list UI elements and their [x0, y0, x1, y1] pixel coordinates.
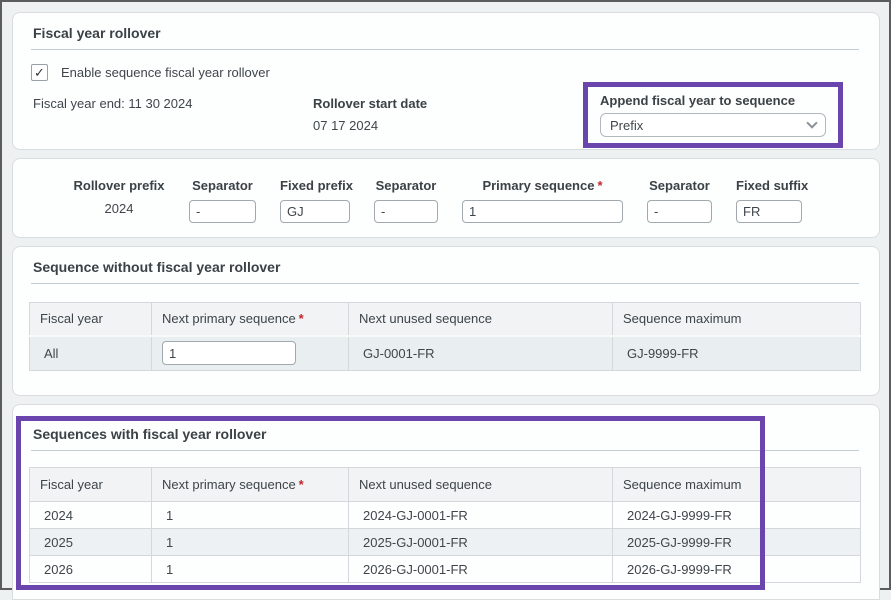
cell-fiscal-year: All [30, 336, 152, 371]
cell-next-primary-sequence: 1 [152, 529, 349, 556]
rollover-prefix-label: Rollover prefix [73, 178, 165, 193]
sequence-without-rollover-section: Sequence without fiscal year rollover Fi… [12, 246, 880, 396]
separator-label-1: Separator [189, 178, 256, 193]
col-header-sequence-maximum: Sequence maximum [613, 468, 861, 502]
table-row-2024: 2024 1 2024-GJ-0001-FR 2024-GJ-9999-FR [30, 502, 861, 529]
table-header-row: Fiscal year Next primary sequence* Next … [30, 468, 861, 502]
fixed-prefix-label: Fixed prefix [280, 178, 350, 193]
cell-fiscal-year: 2025 [30, 529, 152, 556]
separator-field-2: Separator [374, 178, 438, 223]
col-header-next-unused-sequence: Next unused sequence [349, 303, 613, 336]
separator-label-3: Separator [647, 178, 712, 193]
cell-sequence-maximum: 2024-GJ-9999-FR [613, 502, 861, 529]
fixed-prefix-field: Fixed prefix [280, 178, 350, 223]
rollover-prefix-field: Rollover prefix 2024 [73, 178, 165, 223]
fixed-suffix-field: Fixed suffix [736, 178, 802, 223]
col-header-fiscal-year: Fiscal year [30, 468, 152, 502]
enable-rollover-checkbox[interactable]: ✓ [31, 64, 48, 81]
separator-field-3: Separator [647, 178, 712, 223]
table-row-2025: 2025 1 2025-GJ-0001-FR 2025-GJ-9999-FR [30, 529, 861, 556]
fixed-suffix-label: Fixed suffix [736, 178, 802, 193]
cell-next-unused-sequence: 2024-GJ-0001-FR [349, 502, 613, 529]
col-header-next-primary-sequence: Next primary sequence* [152, 303, 349, 336]
col-header-next-primary-sequence: Next primary sequence* [152, 468, 349, 502]
fiscal-year-rollover-settings-page: { "fiscal_year_rollover": { "title": "Fi… [0, 0, 891, 590]
chevron-down-icon [806, 117, 817, 128]
col-header-fiscal-year: Fiscal year [30, 303, 152, 336]
enable-rollover-row: ✓ Enable sequence fiscal year rollover [31, 64, 270, 81]
fixed-prefix-input[interactable] [280, 200, 350, 223]
sequences-with-rollover-section: Sequences with fiscal year rollover Fisc… [12, 404, 880, 600]
required-asterisk: * [299, 311, 304, 326]
primary-sequence-field: Primary sequence* [462, 178, 623, 223]
sequence-without-rollover-table: Fiscal year Next primary sequence* Next … [29, 302, 861, 371]
checkmark-icon: ✓ [34, 65, 45, 81]
primary-sequence-label: Primary sequence* [462, 178, 623, 193]
append-fiscal-year-label: Append fiscal year to sequence [600, 93, 826, 108]
append-fiscal-year-selected-value: Prefix [610, 118, 643, 133]
primary-sequence-input[interactable] [462, 200, 623, 223]
cell-fiscal-year: 2026 [30, 556, 152, 583]
rollover-start-date-value: 07 17 2024 [313, 118, 427, 133]
separator-input-2[interactable] [374, 200, 438, 223]
separator-field-1: Separator [189, 178, 256, 223]
cell-next-unused-sequence: 2026-GJ-0001-FR [349, 556, 613, 583]
section-title-fiscal-year-rollover: Fiscal year rollover [31, 13, 859, 50]
fixed-suffix-input[interactable] [736, 200, 802, 223]
col-header-next-unused-sequence: Next unused sequence [349, 468, 613, 502]
separator-input-1[interactable] [189, 200, 256, 223]
fiscal-year-end-text: Fiscal year end: 11 30 2024 [33, 96, 192, 111]
cell-sequence-maximum: 2026-GJ-9999-FR [613, 556, 861, 583]
rollover-start-date-field: Rollover start date 07 17 2024 [313, 96, 427, 133]
table-row: All GJ-0001-FR GJ-9999-FR [30, 336, 861, 371]
append-fiscal-year-highlight-box: Append fiscal year to sequence Prefix [583, 82, 843, 148]
required-asterisk: * [299, 477, 304, 492]
section-title-sequence-without-rollover: Sequence without fiscal year rollover [31, 247, 859, 284]
col-header-sequence-maximum: Sequence maximum [613, 303, 861, 336]
cell-sequence-maximum: GJ-9999-FR [613, 336, 861, 371]
cell-sequence-maximum: 2025-GJ-9999-FR [613, 529, 861, 556]
section-title-sequences-with-rollover: Sequences with fiscal year rollover [31, 405, 859, 451]
table-header-row: Fiscal year Next primary sequence* Next … [30, 303, 861, 336]
sequence-format-section: Rollover prefix 2024 Separator Fixed pre… [12, 158, 880, 238]
separator-label-2: Separator [374, 178, 438, 193]
enable-rollover-label: Enable sequence fiscal year rollover [61, 65, 270, 80]
cell-next-primary-sequence: 1 [152, 502, 349, 529]
table-row-2026: 2026 1 2026-GJ-0001-FR 2026-GJ-9999-FR [30, 556, 861, 583]
cell-next-primary-sequence: 1 [152, 556, 349, 583]
required-asterisk: * [597, 178, 602, 193]
rollover-start-date-label: Rollover start date [313, 96, 427, 111]
fiscal-year-rollover-section: Fiscal year rollover ✓ Enable sequence f… [12, 12, 880, 150]
cell-next-primary-sequence [152, 336, 349, 371]
rollover-prefix-value: 2024 [73, 201, 165, 216]
separator-input-3[interactable] [647, 200, 712, 223]
cell-next-unused-sequence: 2025-GJ-0001-FR [349, 529, 613, 556]
append-fiscal-year-select[interactable]: Prefix [600, 113, 826, 137]
sequences-with-rollover-table: Fiscal year Next primary sequence* Next … [29, 467, 861, 583]
cell-fiscal-year: 2024 [30, 502, 152, 529]
cell-next-unused-sequence: GJ-0001-FR [349, 336, 613, 371]
next-primary-sequence-input[interactable] [162, 341, 296, 365]
sequence-format-row: Rollover prefix 2024 Separator Fixed pre… [13, 159, 879, 223]
